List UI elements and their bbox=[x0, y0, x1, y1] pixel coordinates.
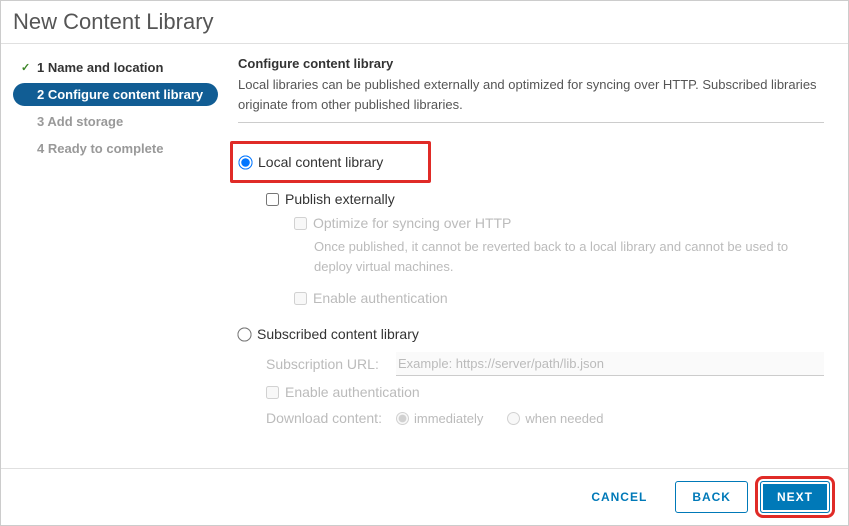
subscription-url-field: Subscription URL: bbox=[266, 352, 824, 376]
new-content-library-dialog: New Content Library ✓ 1 Name and locatio… bbox=[0, 0, 849, 526]
checkbox-auth-input bbox=[294, 292, 307, 305]
check-icon: ✓ bbox=[21, 61, 31, 74]
radio-label: when needed bbox=[525, 411, 603, 426]
checkbox-label: Enable authentication bbox=[285, 384, 420, 400]
back-button[interactable]: BACK bbox=[675, 481, 748, 513]
checkbox-enable-auth-subscribed: Enable authentication bbox=[266, 384, 824, 400]
checkbox-label: Publish externally bbox=[285, 191, 395, 207]
radio-local-content-library[interactable]: Local content library bbox=[239, 154, 383, 170]
checkbox-optimize-http: Optimize for syncing over HTTP bbox=[294, 215, 824, 231]
step-label: 1 Name and location bbox=[37, 60, 163, 75]
step-label: 4 Ready to complete bbox=[37, 141, 163, 156]
section-description: Local libraries can be published externa… bbox=[238, 75, 824, 123]
subscription-url-input bbox=[396, 352, 824, 376]
cancel-button[interactable]: CANCEL bbox=[575, 482, 663, 512]
download-content-label: Download content: bbox=[266, 410, 396, 426]
step-label: 2 Configure content library bbox=[37, 87, 203, 102]
checkbox-optimize-input bbox=[294, 217, 307, 230]
radio-subscribed-input[interactable] bbox=[237, 327, 251, 341]
next-button[interactable]: NEXT bbox=[760, 481, 830, 513]
checkbox-enable-auth-local: Enable authentication bbox=[294, 290, 824, 306]
section-title: Configure content library bbox=[238, 56, 824, 71]
wizard-step-name-location[interactable]: ✓ 1 Name and location bbox=[13, 56, 218, 79]
wizard-step-configure-library[interactable]: 2 Configure content library bbox=[13, 83, 218, 106]
radio-download-when-needed: when needed bbox=[507, 411, 603, 426]
wizard-steps: ✓ 1 Name and location 2 Configure conten… bbox=[1, 44, 226, 468]
wizard-step-add-storage: 3 Add storage bbox=[13, 110, 218, 133]
wizard-step-ready-complete: 4 Ready to complete bbox=[13, 137, 218, 160]
checkbox-label: Enable authentication bbox=[313, 290, 448, 306]
checkbox-auth2-input bbox=[266, 386, 279, 399]
optimize-hint-text: Once published, it cannot be reverted ba… bbox=[314, 237, 824, 276]
dialog-header: New Content Library bbox=[1, 1, 848, 44]
step-label: 3 Add storage bbox=[37, 114, 123, 129]
highlight-local-library: Local content library bbox=[230, 141, 431, 183]
radio-label: Local content library bbox=[258, 154, 383, 170]
dialog-footer: CANCEL BACK NEXT bbox=[1, 468, 848, 525]
subscription-url-label: Subscription URL: bbox=[266, 356, 396, 372]
dialog-title: New Content Library bbox=[13, 9, 836, 35]
content-panel: Configure content library Local librarie… bbox=[226, 44, 848, 468]
checkbox-label: Optimize for syncing over HTTP bbox=[313, 215, 511, 231]
radio-download-immediately: immediately bbox=[396, 411, 483, 426]
download-content-row: Download content: immediately when neede… bbox=[266, 410, 824, 426]
radio-immediately-input bbox=[396, 412, 409, 425]
radio-subscribed-content-library[interactable]: Subscribed content library bbox=[238, 326, 824, 342]
radio-local-input[interactable] bbox=[238, 155, 252, 169]
radio-label: immediately bbox=[414, 411, 483, 426]
checkbox-publish-input[interactable] bbox=[266, 193, 279, 206]
radio-label: Subscribed content library bbox=[257, 326, 419, 342]
radio-when-needed-input bbox=[507, 412, 520, 425]
checkbox-publish-externally[interactable]: Publish externally bbox=[266, 191, 824, 207]
